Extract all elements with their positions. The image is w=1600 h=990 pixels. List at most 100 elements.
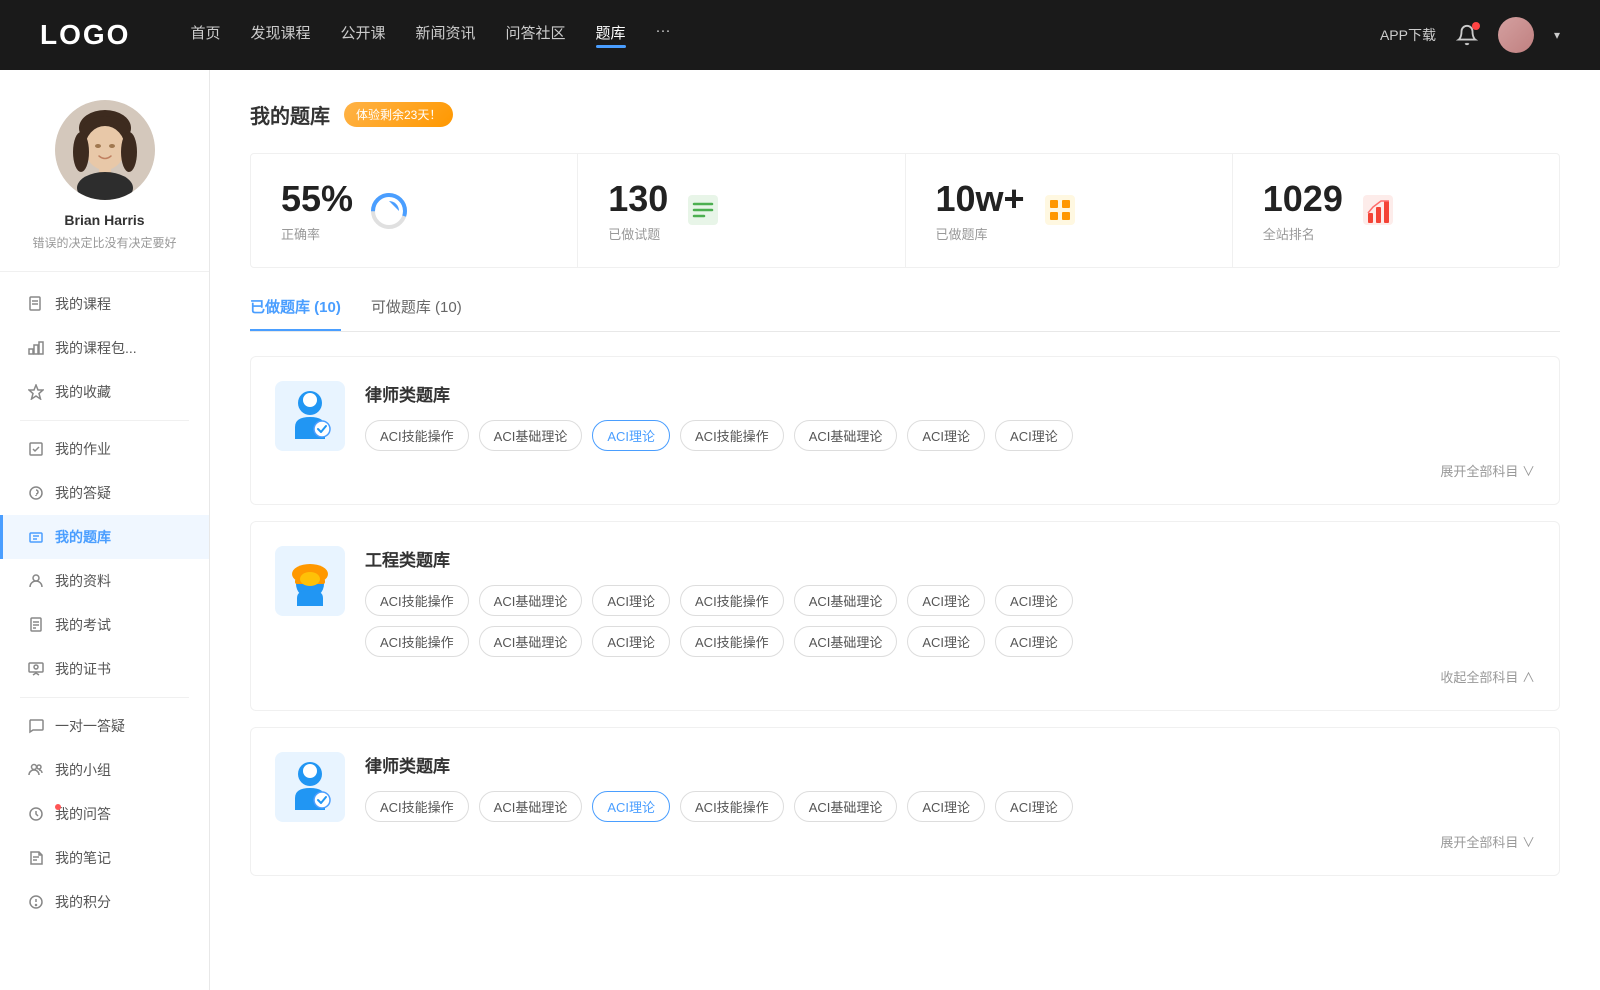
notification-dot: [1472, 22, 1480, 30]
eng-tag-r1-5[interactable]: ACI理论: [907, 585, 985, 616]
l2-tag-0[interactable]: ACI技能操作: [365, 791, 469, 822]
task-icon: [27, 440, 45, 458]
eng-tag-r1-1[interactable]: ACI基础理论: [479, 585, 583, 616]
l2-tag-5[interactable]: ACI理论: [907, 791, 985, 822]
sidebar-item-my-qa[interactable]: 我的问答: [0, 792, 209, 836]
nav-right-area: APP下载 ▾: [1380, 17, 1560, 53]
divider-2: [20, 697, 189, 698]
avatar-svg: [55, 100, 155, 200]
nav-bank[interactable]: 题库: [596, 22, 626, 48]
app-download-link[interactable]: APP下载: [1380, 25, 1436, 45]
tag-5[interactable]: ACI理论: [907, 420, 985, 451]
tag-1[interactable]: ACI基础理论: [479, 420, 583, 451]
l2-tag-2-active[interactable]: ACI理论: [592, 791, 670, 822]
tag-2-active[interactable]: ACI理论: [592, 420, 670, 451]
eng-tag-r1-4[interactable]: ACI基础理论: [794, 585, 898, 616]
l2-tag-4[interactable]: ACI基础理论: [794, 791, 898, 822]
eng-tag-r1-6[interactable]: ACI理论: [995, 585, 1073, 616]
eng-tag-r2-6[interactable]: ACI理论: [995, 626, 1073, 657]
group-icon: [27, 761, 45, 779]
l2-tag-1[interactable]: ACI基础理论: [479, 791, 583, 822]
stat-accuracy-content: 55% 正确率: [281, 178, 353, 243]
sidebar-item-qa-mine[interactable]: 我的答疑: [0, 471, 209, 515]
tag-6[interactable]: ACI理论: [995, 420, 1073, 451]
qbank-engineer-tags-row1: ACI技能操作 ACI基础理论 ACI理论 ACI技能操作 ACI基础理论 AC…: [365, 585, 1535, 616]
qbank-lawyer-icon-wrap: [275, 381, 345, 451]
top-navigation: LOGO 首页 发现课程 公开课 新闻资讯 问答社区 题库 ··· APP下载 …: [0, 0, 1600, 70]
grid-icon: [1041, 191, 1081, 231]
tag-3[interactable]: ACI技能操作: [680, 420, 784, 451]
stats-row: 55% 正确率 130: [250, 153, 1560, 268]
score-icon: [27, 893, 45, 911]
list-icon: [684, 191, 724, 231]
sidebar-item-points[interactable]: 我的积分: [0, 880, 209, 924]
question-icon: [27, 484, 45, 502]
eng-tag-r1-2[interactable]: ACI理论: [592, 585, 670, 616]
profile-name: Brian Harris: [20, 212, 189, 228]
collapse-link-engineer[interactable]: 收起全部科目 ∧: [365, 667, 1535, 686]
eng-tag-r2-3[interactable]: ACI技能操作: [680, 626, 784, 657]
tabs-row: 已做题库 (10) 可做题库 (10): [250, 296, 1560, 332]
stat-done-questions: 130 已做试题: [578, 154, 905, 267]
eng-tag-r2-5[interactable]: ACI理论: [907, 626, 985, 657]
qbank-card-lawyer-1: 律师类题库 ACI技能操作 ACI基础理论 ACI理论 ACI技能操作 ACI基…: [250, 356, 1560, 505]
nav-qa[interactable]: 问答社区: [506, 22, 566, 48]
sidebar-item-1on1-qa[interactable]: 一对一答疑: [0, 704, 209, 748]
main-inner: 我的题库 体验剩余23天！ 55% 正确率: [210, 70, 1600, 990]
expand-link-lawyer-2[interactable]: 展开全部科目 ∨: [365, 832, 1535, 851]
sidebar-item-group[interactable]: 我的小组: [0, 748, 209, 792]
l2-tag-6[interactable]: ACI理论: [995, 791, 1073, 822]
tab-available-banks[interactable]: 可做题库 (10): [371, 296, 462, 331]
nav-courses[interactable]: 发现课程: [250, 22, 310, 48]
user-menu-chevron[interactable]: ▾: [1554, 28, 1560, 42]
l2-tag-3[interactable]: ACI技能操作: [680, 791, 784, 822]
qbank-lawyer-2-tags: ACI技能操作 ACI基础理论 ACI理论 ACI技能操作 ACI基础理论 AC…: [365, 791, 1535, 822]
stat-done-q-label: 已做试题: [608, 224, 668, 243]
notification-bell[interactable]: [1456, 24, 1478, 46]
sidebar-item-homework[interactable]: 我的作业: [0, 427, 209, 471]
stat-done-b-value: 10w+: [936, 178, 1025, 220]
tag-0[interactable]: ACI技能操作: [365, 420, 469, 451]
expand-link-lawyer-1[interactable]: 展开全部科目 ∨: [365, 461, 1535, 480]
bank-icon: [27, 528, 45, 546]
tab-done-banks[interactable]: 已做题库 (10): [250, 296, 341, 331]
eng-tag-r2-1[interactable]: ACI基础理论: [479, 626, 583, 657]
file-icon: [27, 295, 45, 313]
eng-tag-r1-3[interactable]: ACI技能操作: [680, 585, 784, 616]
doc-icon: [27, 616, 45, 634]
sidebar-item-my-bank[interactable]: 我的题库: [0, 515, 209, 559]
qbank-engineer-tags-row2: ACI技能操作 ACI基础理论 ACI理论 ACI技能操作 ACI基础理论 AC…: [365, 626, 1535, 657]
nav-open-course[interactable]: 公开课: [340, 22, 385, 48]
profile-area: Brian Harris 错误的决定比没有决定要好: [0, 70, 209, 272]
people-icon: [27, 572, 45, 590]
sidebar-item-favorites[interactable]: 我的收藏: [0, 370, 209, 414]
sidebar-item-notes[interactable]: 我的笔记: [0, 836, 209, 880]
lawyer-2-icon: [285, 760, 335, 815]
bar-chart-icon: [1359, 191, 1399, 231]
nav-more[interactable]: ···: [656, 22, 671, 48]
sidebar-item-exam[interactable]: 我的考试: [0, 603, 209, 647]
stat-done-banks: 10w+ 已做题库: [906, 154, 1233, 267]
eng-tag-r2-2[interactable]: ACI理论: [592, 626, 670, 657]
user-avatar[interactable]: [1498, 17, 1534, 53]
stat-rank-label: 全站排名: [1263, 224, 1343, 243]
eng-tag-r2-0[interactable]: ACI技能操作: [365, 626, 469, 657]
nav-home[interactable]: 首页: [190, 22, 220, 48]
nav-news[interactable]: 新闻资讯: [416, 22, 476, 48]
sidebar-item-profile-data[interactable]: 我的资料: [0, 559, 209, 603]
sidebar-item-my-courses[interactable]: 我的课程: [0, 282, 209, 326]
lawyer-icon: [285, 389, 335, 444]
page-header: 我的题库 体验剩余23天！: [250, 100, 1560, 129]
main-content: 我的题库 体验剩余23天！ 55% 正确率: [210, 70, 1600, 990]
qbank-card-lawyer-2: 律师类题库 ACI技能操作 ACI基础理论 ACI理论 ACI技能操作 ACI基…: [250, 727, 1560, 876]
cert-icon: [27, 660, 45, 678]
stat-rank-value: 1029: [1263, 178, 1343, 220]
page-title: 我的题库: [250, 100, 330, 129]
sidebar-item-course-package[interactable]: 我的课程包...: [0, 326, 209, 370]
eng-tag-r2-4[interactable]: ACI基础理论: [794, 626, 898, 657]
divider-1: [20, 420, 189, 421]
stat-accuracy-label: 正确率: [281, 224, 353, 243]
eng-tag-r1-0[interactable]: ACI技能操作: [365, 585, 469, 616]
sidebar-item-certificate[interactable]: 我的证书: [0, 647, 209, 691]
tag-4[interactable]: ACI基础理论: [794, 420, 898, 451]
